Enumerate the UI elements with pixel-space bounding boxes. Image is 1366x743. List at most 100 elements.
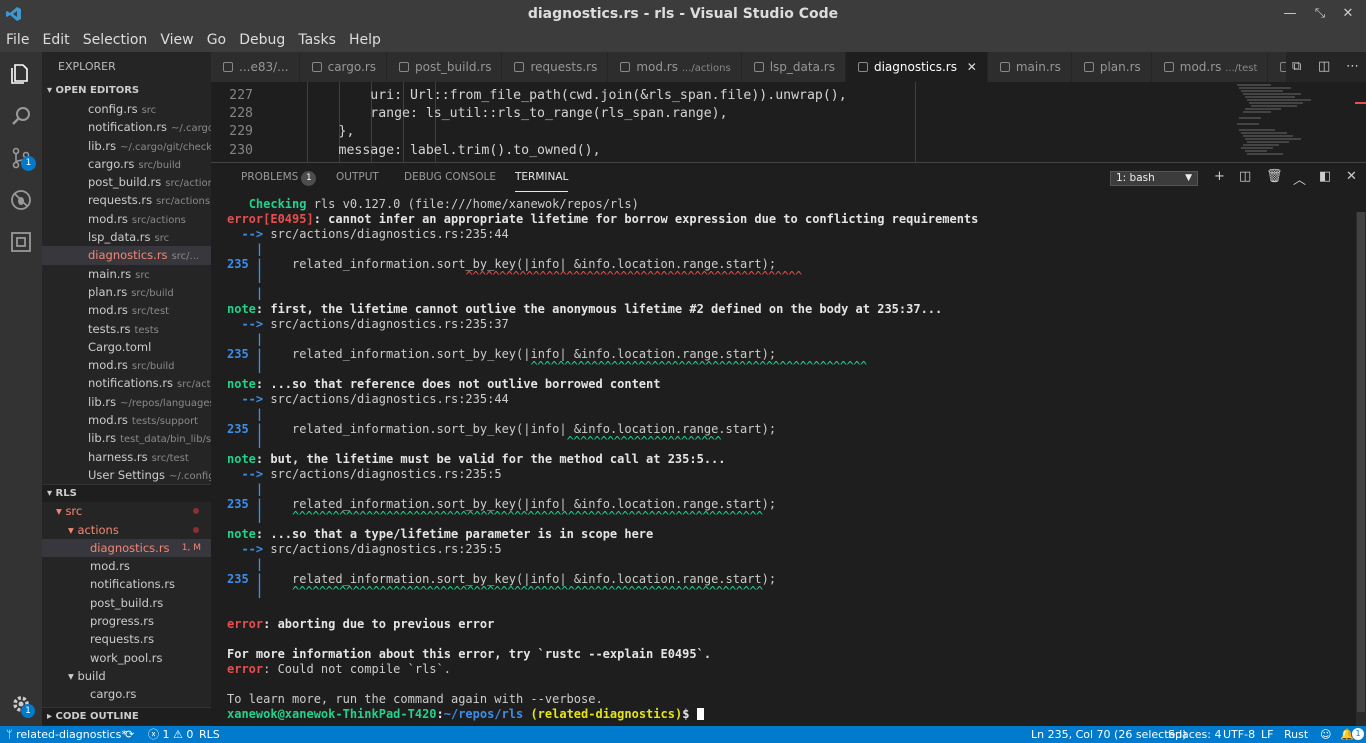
- editor-tab[interactable]: main.rs: [987, 52, 1072, 82]
- open-editor-item[interactable]: lib.rs~/repos/languages...: [42, 393, 211, 411]
- open-editor-item[interactable]: tests.rs tests: [42, 320, 211, 338]
- terminal-prompt[interactable]: xanewok@xanewok-ThinkPad-T420:~/repos/rl…: [227, 707, 704, 722]
- open-editor-item[interactable]: lib.rs~/.cargo/git/check...: [42, 137, 211, 155]
- editor-tab[interactable]: cargo.rs: [299, 52, 388, 82]
- tree-folder-actions[interactable]: ▾ actions: [42, 521, 211, 539]
- toggle-panel-icon[interactable]: ◧: [1319, 169, 1331, 184]
- open-editors-section[interactable]: ▾ OPEN EDITORS: [42, 82, 211, 100]
- rls-status[interactable]: RLS: [199, 726, 220, 743]
- minimize-icon[interactable]: —: [1280, 4, 1300, 24]
- code-line[interactable]: message: label.trim().to_owned(),: [275, 143, 601, 158]
- close-panel-icon[interactable]: ✕: [1346, 169, 1357, 184]
- editor-tab[interactable]: plan.rs: [1071, 52, 1152, 82]
- open-editor-item[interactable]: mod.rs tests/support: [42, 411, 211, 429]
- split-editor-icon[interactable]: ◫: [1318, 59, 1330, 74]
- smiley-icon[interactable]: ☺: [1320, 726, 1331, 743]
- tree-file[interactable]: post_build.rs: [42, 594, 211, 612]
- encoding-status[interactable]: UTF-8: [1223, 726, 1255, 743]
- tab-problems[interactable]: PROBLEMS 1: [241, 163, 317, 191]
- open-editor-item[interactable]: main.rs src: [42, 265, 211, 283]
- tree-file[interactable]: work_pool.rs: [42, 649, 211, 667]
- minimap[interactable]: [1231, 82, 1366, 162]
- explorer-icon[interactable]: [9, 62, 33, 86]
- open-editor-item[interactable]: cargo.rs src/build: [42, 155, 211, 173]
- code-line[interactable]: range: ls_util::rls_to_range(rls_span.ra…: [275, 106, 727, 121]
- sync-icon[interactable]: ⟳: [125, 726, 134, 743]
- open-editor-item[interactable]: mod.rs src/test: [42, 301, 211, 319]
- open-editor-item[interactable]: harness.rs src/test: [42, 448, 211, 466]
- open-editor-item[interactable]: lib.rs test_data/bin_lib/src: [42, 429, 211, 447]
- more-actions-icon[interactable]: ⋯: [1346, 59, 1359, 74]
- open-editor-item[interactable]: mod.rs src/build: [42, 356, 211, 374]
- rls-project-section[interactable]: ▾ RLS: [42, 484, 211, 503]
- tree-folder-src[interactable]: ▾ src: [42, 502, 211, 520]
- chevron-up-icon[interactable]: ︿: [1293, 169, 1306, 188]
- open-editor-item[interactable]: Cargo.toml: [42, 338, 211, 356]
- restore-icon[interactable]: ⤡: [1310, 4, 1330, 24]
- menu-tasks[interactable]: Tasks: [292, 28, 336, 52]
- code-outline-section[interactable]: ▸ CODE OUTLINE: [42, 707, 211, 725]
- problems-status[interactable]: ⓧ 1 ⚠ 0: [148, 726, 193, 743]
- tree-folder-build[interactable]: ▾ build: [42, 667, 211, 685]
- terminal-select[interactable]: 1: bash ▼: [1110, 171, 1198, 186]
- tree-file[interactable]: diagnostics.rs 1, M: [42, 538, 211, 558]
- open-editor-item[interactable]: requests.rs src/actions: [42, 191, 211, 209]
- open-editor-item[interactable]: plan.rs src/build: [42, 283, 211, 301]
- tree-file[interactable]: notifications.rs: [42, 575, 211, 593]
- editor-tab[interactable]: ...e83/...: [211, 52, 300, 82]
- cursor-position[interactable]: Ln 235, Col 70 (26 selected): [1031, 726, 1187, 743]
- tab-terminal[interactable]: TERMINAL: [515, 163, 569, 192]
- debug-icon[interactable]: [9, 188, 33, 212]
- warning-icon: ⚠: [173, 728, 183, 741]
- open-editor-item[interactable]: diagnostics.rssrc/...1, M: [42, 246, 211, 265]
- editor-tab[interactable]: mod.rs .../actions: [608, 52, 742, 82]
- tree-file[interactable]: requests.rs: [42, 630, 211, 648]
- branch-status[interactable]: ᛘ related-diagnostics*: [6, 726, 127, 743]
- terminal-line: error: Could not compile `rls`.: [227, 662, 451, 676]
- code-line[interactable]: uri: Url::from_file_path(cwd.join(&rls_s…: [275, 88, 846, 103]
- close-window-icon[interactable]: ✕: [1338, 4, 1358, 24]
- menu-go[interactable]: Go: [201, 28, 226, 52]
- open-preview-icon[interactable]: ⧉: [1292, 59, 1301, 74]
- menu-edit[interactable]: Edit: [37, 28, 70, 52]
- code-editor[interactable]: 227 uri: Url::from_file_path(cwd.join(&r…: [211, 82, 1231, 162]
- split-terminal-icon[interactable]: ◫: [1239, 169, 1251, 184]
- open-editor-item[interactable]: config.rs src: [42, 100, 211, 118]
- menu-selection[interactable]: Selection: [77, 28, 148, 52]
- menu-debug[interactable]: Debug: [233, 28, 285, 52]
- search-icon[interactable]: [9, 104, 33, 128]
- editor-tab[interactable]: mod.rs .../test: [1151, 52, 1269, 82]
- editor-tab[interactable]: lsp_data.rs: [741, 52, 846, 82]
- open-editor-item[interactable]: post_build.rssrc/actions: [42, 173, 211, 191]
- tree-file[interactable]: progress.rs: [42, 612, 211, 630]
- trash-icon[interactable]: 🗑: [1266, 169, 1283, 184]
- tree-file[interactable]: mod.rs: [42, 557, 211, 575]
- indentation-status[interactable]: Spaces: 4: [1168, 726, 1221, 743]
- close-tab-icon[interactable]: ✕: [967, 60, 977, 74]
- tab-output[interactable]: OUTPUT: [336, 163, 379, 191]
- new-terminal-icon[interactable]: +: [1214, 169, 1225, 184]
- terminal[interactable]: Checking rls v0.127.0 (file:///home/xane…: [211, 192, 1356, 726]
- open-editor-item[interactable]: User Settings~/.config/...: [42, 466, 211, 484]
- terminal-scrollbar[interactable]: [1356, 212, 1366, 726]
- terminal-line: --> src/actions/diagnostics.rs:235:5: [241, 542, 502, 556]
- menu-file[interactable]: File: [0, 28, 29, 52]
- tab-debug-console[interactable]: DEBUG CONSOLE: [404, 163, 496, 191]
- title-bar: diagnostics.rs - rls - Visual Studio Cod…: [0, 0, 1366, 28]
- menu-view[interactable]: View: [154, 28, 193, 52]
- extensions-icon[interactable]: [9, 230, 33, 254]
- editor-tab[interactable]: diagnostics.rs ✕: [845, 52, 988, 82]
- editor-tab[interactable]: requests.rs: [502, 52, 609, 82]
- open-editor-item[interactable]: lsp_data.rs src: [42, 228, 211, 246]
- terminal-line: error[E0495]: cannot infer an appropriat…: [227, 212, 979, 226]
- language-status[interactable]: Rust: [1284, 726, 1308, 743]
- open-editor-item[interactable]: mod.rs src/actions: [42, 210, 211, 228]
- editor-tab[interactable]: post_build.rs: [387, 52, 503, 82]
- code-line[interactable]: },: [275, 124, 355, 139]
- tree-file-cargo[interactable]: cargo.rs: [42, 685, 211, 703]
- eol-status[interactable]: LF: [1261, 726, 1273, 743]
- open-editor-item[interactable]: notifications.rssrc/acti...: [42, 374, 211, 392]
- menu-help[interactable]: Help: [343, 28, 381, 52]
- open-editor-item[interactable]: notification.rs~/.cargo/...: [42, 118, 211, 136]
- file-icon: [999, 62, 1010, 72]
